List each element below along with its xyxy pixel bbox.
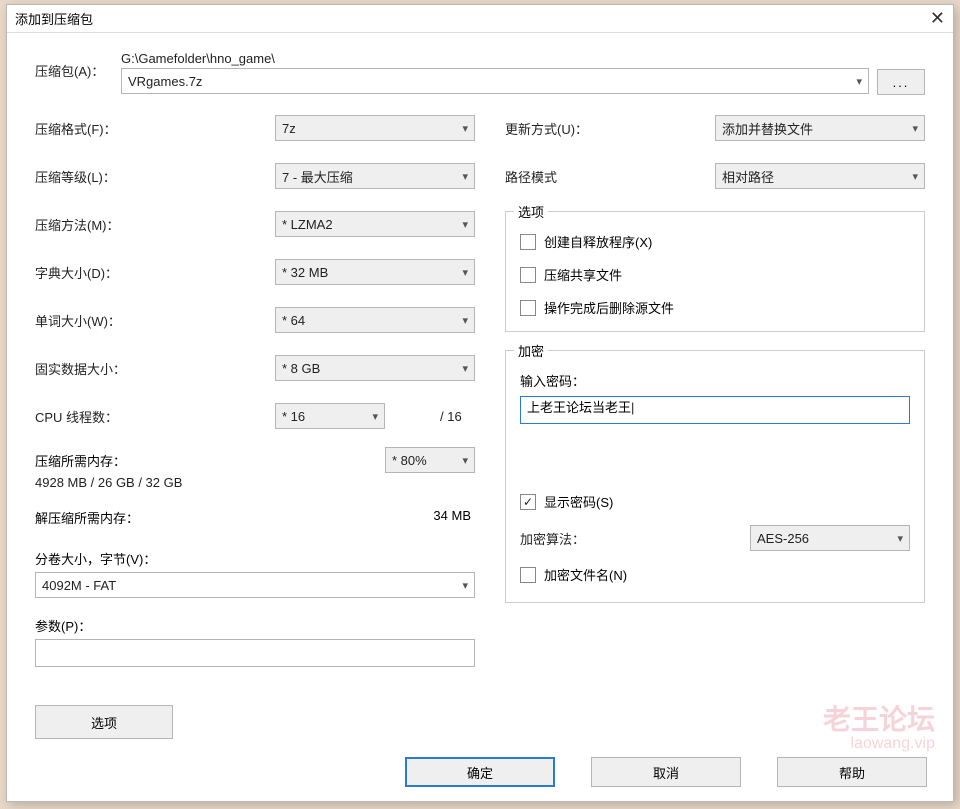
mem-decompress-value: 34 MB — [433, 508, 471, 527]
help-button[interactable]: 帮助 — [777, 757, 927, 787]
button-bar: 确定 取消 帮助 — [405, 757, 927, 787]
right-column: 更新方式(U)： 添加并替换文件 ▾ 路径模式 相对路径 ▾ 选项 — [505, 115, 925, 739]
chevron-down-icon: ▾ — [856, 75, 862, 88]
update-label: 更新方式(U)： — [505, 119, 715, 138]
ellipsis-icon: ... — [893, 75, 910, 90]
algo-label: 加密算法： — [520, 529, 750, 548]
dict-label: 字典大小(D)： — [35, 263, 275, 282]
path-mode-label: 路径模式 — [505, 167, 715, 186]
shared-checkbox[interactable] — [520, 267, 536, 283]
format-label: 压缩格式(F)： — [35, 119, 275, 138]
show-password-checkbox[interactable]: ✓ — [520, 494, 536, 510]
sfx-label: 创建自释放程序(X) — [544, 232, 652, 251]
solid-label: 固实数据大小： — [35, 359, 275, 378]
path-mode-combo[interactable]: 相对路径 ▾ — [715, 163, 925, 189]
level-combo[interactable]: 7 - 最大压缩 ▾ — [275, 163, 475, 189]
archive-row: 压缩包(A)： G:\Gamefolder\hno_game\ VRgames.… — [35, 51, 925, 95]
archive-filename-combo[interactable]: VRgames.7z ▾ — [121, 68, 869, 94]
word-combo[interactable]: * 64 ▾ — [275, 307, 475, 333]
shared-label: 压缩共享文件 — [544, 265, 622, 284]
word-label: 单词大小(W)： — [35, 311, 275, 330]
chevron-down-icon: ▾ — [462, 170, 468, 183]
titlebar[interactable]: 添加到压缩包 ✕ — [7, 5, 953, 33]
browse-button[interactable]: ... — [877, 69, 925, 95]
left-column: 压缩格式(F)： 7z ▾ 压缩等级(L)： 7 - 最大压缩 ▾ 压缩方法(M… — [35, 115, 475, 739]
encryption-legend: 加密 — [514, 341, 548, 360]
encryption-fieldset: 加密 输入密码： 上老王论坛当老王 ✓ 显示密码(S) 加密算法： — [505, 350, 925, 603]
update-combo[interactable]: 添加并替换文件 ▾ — [715, 115, 925, 141]
close-icon[interactable]: ✕ — [930, 8, 945, 29]
add-to-archive-dialog: 添加到压缩包 ✕ 压缩包(A)： G:\Gamefolder\hno_game\… — [6, 4, 954, 802]
cpu-label: CPU 线程数： — [35, 407, 275, 426]
volume-combo[interactable]: 4092M - FAT ▾ — [35, 572, 475, 598]
archive-mid: G:\Gamefolder\hno_game\ VRgames.7z ▾ — [121, 51, 869, 94]
chevron-down-icon: ▾ — [462, 314, 468, 327]
options-button[interactable]: 选项 — [35, 705, 173, 739]
chevron-down-icon: ▾ — [462, 266, 468, 279]
delete-source-label: 操作完成后删除源文件 — [544, 298, 674, 317]
options-fieldset: 选项 创建自释放程序(X) 压缩共享文件 操作完成后删除源文件 — [505, 211, 925, 332]
chevron-down-icon: ▾ — [462, 122, 468, 135]
chevron-down-icon: ▾ — [462, 454, 468, 467]
cpu-combo[interactable]: * 16 ▾ — [275, 403, 385, 429]
solid-combo[interactable]: * 8 GB ▾ — [275, 355, 475, 381]
mem-percent-combo[interactable]: * 80% ▾ — [385, 447, 475, 473]
ok-button[interactable]: 确定 — [405, 757, 555, 787]
format-combo[interactable]: 7z ▾ — [275, 115, 475, 141]
show-password-label: 显示密码(S) — [544, 492, 613, 511]
volume-label: 分卷大小，字节(V)： — [35, 549, 475, 568]
mem-compress-value: 4928 MB / 26 GB / 32 GB — [35, 475, 475, 490]
archive-path-dir: G:\Gamefolder\hno_game\ — [121, 51, 869, 66]
chevron-down-icon: ▾ — [897, 532, 903, 545]
cpu-total: / 16 — [440, 409, 462, 424]
sfx-checkbox[interactable] — [520, 234, 536, 250]
level-label: 压缩等级(L)： — [35, 167, 275, 186]
archive-label: 压缩包(A)： — [35, 51, 113, 80]
archive-filename: VRgames.7z — [128, 74, 202, 89]
method-label: 压缩方法(M)： — [35, 215, 275, 234]
dict-combo[interactable]: * 32 MB ▾ — [275, 259, 475, 285]
chevron-down-icon: ▾ — [912, 122, 918, 135]
password-input[interactable]: 上老王论坛当老王 — [520, 396, 910, 424]
chevron-down-icon: ▾ — [462, 579, 468, 592]
params-input[interactable] — [35, 639, 475, 667]
method-combo[interactable]: * LZMA2 ▾ — [275, 211, 475, 237]
cancel-button[interactable]: 取消 — [591, 757, 741, 787]
dialog-content: 压缩包(A)： G:\Gamefolder\hno_game\ VRgames.… — [7, 33, 953, 749]
chevron-down-icon: ▾ — [372, 410, 378, 423]
params-label: 参数(P)： — [35, 616, 475, 635]
algo-combo[interactable]: AES-256 ▾ — [750, 525, 910, 551]
password-label: 输入密码： — [520, 371, 910, 390]
mem-compress-label: 压缩所需内存： — [35, 451, 275, 470]
chevron-down-icon: ▾ — [462, 218, 468, 231]
encrypt-names-label: 加密文件名(N) — [544, 565, 627, 584]
chevron-down-icon: ▾ — [912, 170, 918, 183]
chevron-down-icon: ▾ — [462, 362, 468, 375]
encrypt-names-checkbox[interactable] — [520, 567, 536, 583]
mem-decompress-label: 解压缩所需内存： — [35, 508, 139, 527]
delete-source-checkbox[interactable] — [520, 300, 536, 316]
dialog-title: 添加到压缩包 — [15, 9, 93, 28]
options-legend: 选项 — [514, 202, 548, 221]
